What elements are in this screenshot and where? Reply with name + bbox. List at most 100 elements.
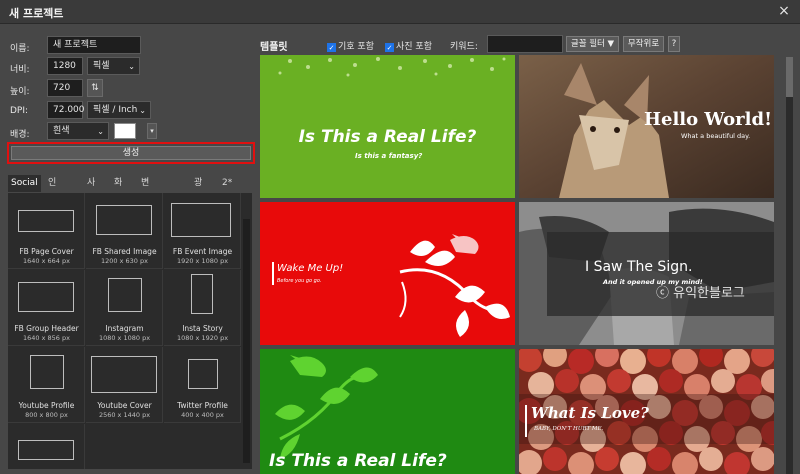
width-unit-value: 픽셀 [93, 61, 110, 71]
background-select[interactable]: 흰색 ⌄ [47, 122, 109, 140]
window-title: 새 프로젝트 [9, 7, 64, 20]
template-title: What Is Love? [531, 404, 649, 422]
template-card[interactable]: Is This a Real Life? [260, 349, 515, 474]
tab-variable[interactable]: 변하기 쉬운 [138, 175, 152, 256]
preset-youtube-profile[interactable]: Youtube Profile 800 x 800 px [8, 347, 85, 423]
template-gallery: Is This a Real Life? Is this a fantasy? [260, 55, 774, 474]
template-card[interactable]: Wake Me Up! Before you go go. [260, 202, 515, 345]
preset-aspect-icon [188, 359, 218, 389]
preset-fb-shared-image[interactable]: FB Shared Image 1200 x 630 px [86, 193, 163, 269]
preset-size: 1200 x 630 px [101, 257, 148, 265]
template-subtitle: Before you go go. [277, 278, 322, 284]
preset-aspect-icon [18, 210, 74, 232]
symbols-label: 기호 포함 [338, 42, 374, 52]
accent-bar [272, 262, 274, 285]
preset-aspect-icon [18, 282, 74, 312]
preset-name: FB Shared Image [92, 247, 157, 256]
swap-dimensions-button[interactable]: ⇅ [87, 79, 103, 97]
template-card[interactable]: Hello World! What a beautiful day. [519, 55, 774, 198]
photos-label: 사진 포함 [396, 42, 432, 52]
tab-screen[interactable]: 화면 [111, 175, 125, 205]
template-title: Is This a Real Life? [298, 127, 477, 147]
height-label: 높이: [10, 87, 30, 97]
template-card[interactable]: Is This a Real Life? Is this a fantasy? [260, 55, 515, 198]
preset-more[interactable] [8, 424, 85, 469]
template-scrollbar[interactable] [786, 57, 793, 474]
preset-twitter-profile[interactable]: Twitter Profile 400 x 400 px [164, 347, 241, 423]
background-label: 배경: [10, 130, 30, 140]
color-dropdown-icon[interactable]: ▾ [147, 123, 157, 139]
preset-instagram[interactable]: Instagram 1080 x 1080 px [86, 270, 163, 346]
width-label: 너비: [10, 65, 30, 75]
preset-name: FB Group Header [14, 324, 79, 333]
dpi-input[interactable]: 72.000 [47, 101, 85, 119]
width-unit-select[interactable]: 픽셀 ⌄ [87, 57, 140, 75]
tab-photo[interactable]: 사진 [84, 175, 98, 205]
preset-size: 1080 x 1080 px [98, 334, 151, 342]
preset-name: Insta Story [182, 324, 223, 333]
swap-icon: ⇅ [91, 83, 99, 93]
chevron-down-icon: ⌄ [139, 106, 146, 115]
width-input[interactable]: 1280 [47, 57, 83, 75]
preset-name: Youtube Cover [97, 401, 152, 410]
symbols-checkbox[interactable]: ✓ 기호 포함 [327, 39, 374, 52]
preset-scrollbar[interactable] [243, 219, 250, 463]
create-button-highlight: 생성 [7, 142, 255, 164]
preset-name: Twitter Profile [177, 401, 228, 410]
chevron-down-icon: ⌄ [128, 62, 135, 71]
background-color-swatch[interactable] [114, 123, 136, 139]
keyword-input[interactable] [487, 35, 563, 53]
watermark: ⓒ 유익한블로그 [656, 286, 745, 301]
background-value: 흰색 [53, 126, 70, 136]
template-subtitle: BABY, DON'T HURT ME. [534, 426, 604, 432]
name-label: 이름: [10, 44, 30, 54]
close-icon[interactable]: × [776, 3, 792, 19]
tab-ads[interactable]: 광고 [191, 175, 205, 205]
font-filter-button[interactable]: 글꼴 필터 ▼ [566, 36, 619, 52]
tab-social[interactable]: Social [8, 175, 41, 192]
template-title: I Saw The Sign. [585, 259, 693, 275]
height-input[interactable]: 720 [47, 79, 83, 97]
preset-fb-page-cover[interactable]: FB Page Cover 1640 x 664 px [8, 193, 85, 269]
tab-more[interactable]: 2* [219, 175, 235, 192]
preset-size: 1080 x 1920 px [176, 334, 229, 342]
preset-youtube-cover[interactable]: Youtube Cover 2560 x 1440 px [86, 347, 163, 423]
templates-panel: 템플릿 ✓ 기호 포함 ✓ 사진 포함 키워드: 글꼴 필터 ▼ 무작위로 ? Is… [258, 25, 800, 474]
preset-name: Youtube Profile [18, 401, 75, 410]
preset-insta-story[interactable]: Insta Story 1080 x 1920 px [164, 270, 241, 346]
preset-size: 1640 x 856 px [23, 334, 70, 342]
title-bar: 새 프로젝트 × [0, 0, 800, 24]
template-title: Is This a Real Life? [269, 451, 447, 471]
template-card[interactable]: What Is Love? BABY, DON'T HURT ME. [519, 349, 774, 474]
tab-print[interactable]: 인쇄 된 [45, 175, 59, 222]
checkbox-checked-icon: ✓ [385, 43, 394, 52]
preset-aspect-icon [96, 205, 152, 235]
create-button[interactable]: 생성 [11, 146, 251, 160]
template-subtitle: Is this a fantasy? [355, 152, 423, 160]
name-input[interactable]: 새 프로젝트 [47, 36, 141, 54]
preset-aspect-icon [91, 356, 157, 393]
help-button[interactable]: ? [668, 36, 680, 52]
template-card[interactable]: I Saw The Sign. And it opened up my mind… [519, 202, 774, 345]
preset-name: FB Event Image [172, 247, 233, 256]
preset-size: 800 x 800 px [25, 411, 68, 419]
template-title: Wake Me Up! [277, 263, 344, 274]
preset-name: Instagram [105, 324, 144, 333]
template-scrollbar-thumb[interactable] [786, 57, 793, 97]
photos-checkbox[interactable]: ✓ 사진 포함 [385, 39, 432, 52]
template-subtitle: What a beautiful day. [681, 132, 751, 140]
templates-title: 템플릿 [260, 42, 288, 53]
project-settings-panel: 이름: 새 프로젝트 너비: 1280 픽셀 ⌄ 높이: 720 ⇅ DPI: … [0, 25, 258, 474]
preset-fb-event-image[interactable]: FB Event Image 1920 x 1080 px [164, 193, 241, 269]
preset-fb-group-header[interactable]: FB Group Header 1640 x 856 px [8, 270, 85, 346]
random-button[interactable]: 무작위로 [623, 36, 664, 52]
keyword-label: 키워드: [450, 42, 478, 52]
preset-size: 2560 x 1440 px [98, 411, 151, 419]
dpi-unit-select[interactable]: 픽셀 / Inch ⌄ [87, 101, 151, 119]
preset-aspect-icon [191, 274, 213, 314]
preset-size: 1920 x 1080 px [176, 257, 229, 265]
chevron-down-icon: ⌄ [97, 127, 104, 136]
preset-aspect-icon [171, 203, 231, 237]
preset-size: 1640 x 664 px [23, 257, 70, 265]
checkbox-checked-icon: ✓ [327, 43, 336, 52]
